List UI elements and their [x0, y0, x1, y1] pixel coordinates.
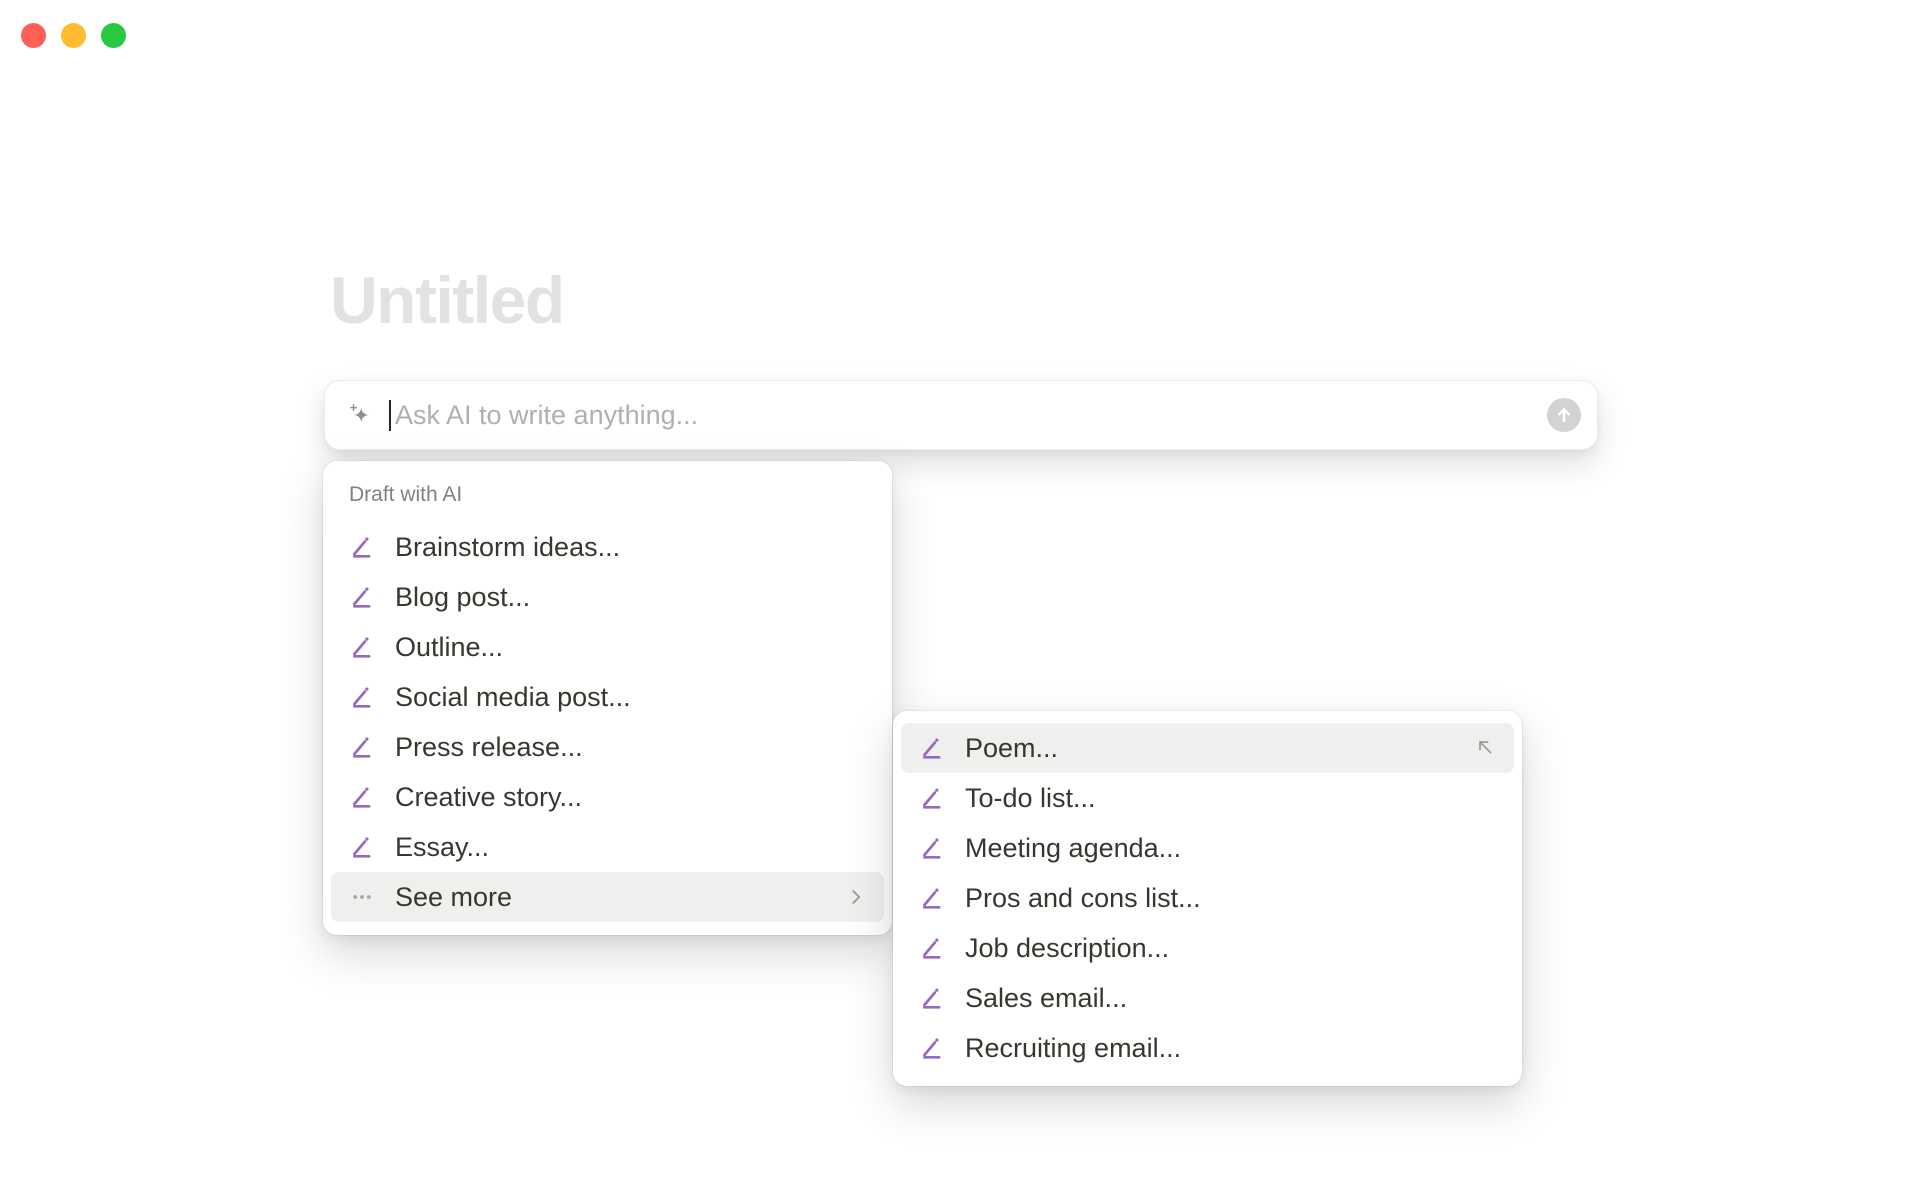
submenu-item-label: Sales email...: [965, 982, 1128, 1013]
arrow-up-icon: [1557, 408, 1571, 423]
menu-item-label: Press release...: [395, 731, 583, 762]
pen-icon: [349, 534, 375, 560]
submenu-item-label: Meeting agenda...: [965, 832, 1182, 863]
menu-item-essay[interactable]: Essay...: [331, 822, 884, 872]
menu-item-label: Essay...: [395, 831, 490, 862]
chevron-right-icon: [844, 885, 868, 909]
send-button[interactable]: [1547, 398, 1581, 432]
menu-item-label: Creative story...: [395, 781, 583, 812]
pen-icon: [919, 1035, 945, 1061]
window-controls: [21, 23, 126, 48]
menu-item-creative-story[interactable]: Creative story...: [331, 772, 884, 822]
submenu-item-sales-email[interactable]: Sales email...: [901, 973, 1514, 1023]
pen-icon: [919, 835, 945, 861]
menu-item-see-more[interactable]: See more: [331, 872, 884, 922]
zoom-window-button[interactable]: [101, 23, 126, 48]
menu-item-social-media-post[interactable]: Social media post...: [331, 672, 884, 722]
see-more-submenu: Poem... To-do list... Meeting agenda... …: [893, 711, 1522, 1086]
ellipsis-icon: [349, 884, 375, 910]
menu-item-label: Blog post...: [395, 581, 531, 612]
submenu-item-pros-and-cons-list[interactable]: Pros and cons list...: [901, 873, 1514, 923]
draft-with-ai-menu: Draft with AI Brainstorm ideas... Blog p…: [323, 461, 892, 935]
pen-icon: [349, 784, 375, 810]
menu-item-label: See more: [395, 881, 513, 912]
pen-icon: [919, 985, 945, 1011]
submenu-item-label: Job description...: [965, 932, 1170, 963]
pen-icon: [349, 584, 375, 610]
pen-icon: [349, 834, 375, 860]
text-caret: [389, 399, 391, 431]
pen-icon: [919, 785, 945, 811]
pen-icon: [349, 684, 375, 710]
menu-item-outline[interactable]: Outline...: [331, 622, 884, 672]
pen-icon: [349, 634, 375, 660]
pen-icon: [919, 735, 945, 761]
pen-icon: [919, 935, 945, 961]
pen-icon: [349, 734, 375, 760]
menu-item-brainstorm-ideas[interactable]: Brainstorm ideas...: [331, 522, 884, 572]
submenu-item-todo-list[interactable]: To-do list...: [901, 773, 1514, 823]
minimize-window-button[interactable]: [61, 23, 86, 48]
pen-icon: [919, 885, 945, 911]
arrow-up-left-icon: [1474, 736, 1498, 760]
menu-item-press-release[interactable]: Press release...: [331, 722, 884, 772]
menu-item-label: Outline...: [395, 631, 504, 662]
menu-item-label: Social media post...: [395, 681, 631, 712]
ai-sparkle-icon: [346, 402, 373, 429]
submenu-item-job-description[interactable]: Job description...: [901, 923, 1514, 973]
submenu-item-meeting-agenda[interactable]: Meeting agenda...: [901, 823, 1514, 873]
ai-input-bar[interactable]: Ask AI to write anything...: [324, 380, 1598, 450]
submenu-item-recruiting-email[interactable]: Recruiting email...: [901, 1023, 1514, 1073]
close-window-button[interactable]: [21, 23, 46, 48]
menu-item-blog-post[interactable]: Blog post...: [331, 572, 884, 622]
menu-item-label: Brainstorm ideas...: [395, 531, 621, 562]
menu-header: Draft with AI: [349, 483, 463, 506]
ai-input-placeholder[interactable]: Ask AI to write anything...: [395, 400, 1547, 431]
submenu-item-label: Poem...: [965, 732, 1059, 763]
submenu-item-label: Pros and cons list...: [965, 882, 1201, 913]
submenu-item-label: To-do list...: [965, 782, 1096, 813]
submenu-item-poem[interactable]: Poem...: [901, 723, 1514, 773]
submenu-item-label: Recruiting email...: [965, 1032, 1182, 1063]
page-title[interactable]: Untitled: [330, 264, 565, 337]
